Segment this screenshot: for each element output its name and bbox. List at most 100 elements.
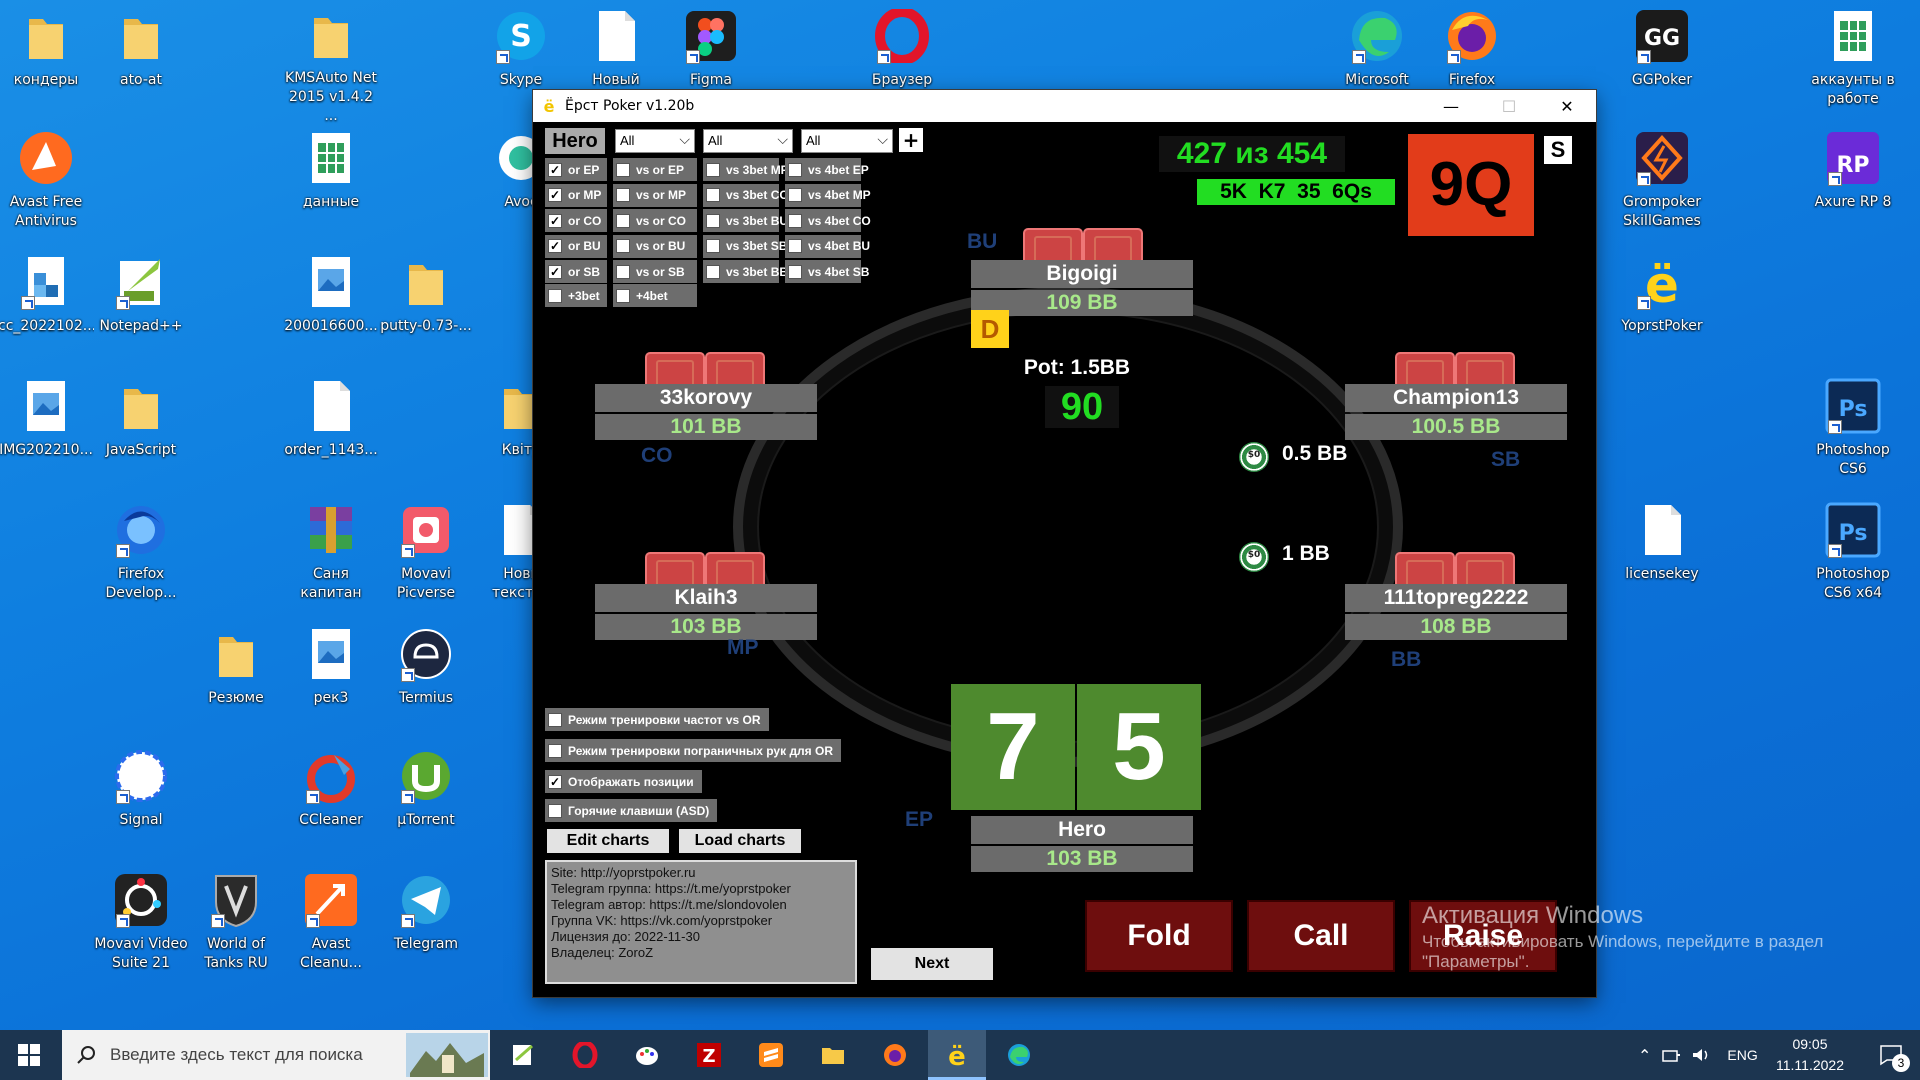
checkbox-box[interactable] (548, 712, 562, 727)
filter-dropdown-3[interactable]: All (801, 128, 893, 153)
taskbar-edge[interactable] (990, 1030, 1048, 1080)
checkbox-box[interactable] (548, 288, 562, 303)
tray-overflow-icon[interactable]: ⌃ (1638, 1046, 1651, 1065)
checkbox-box[interactable] (706, 213, 720, 228)
checkbox-box[interactable]: ✓ (548, 774, 562, 789)
checkbox-box[interactable] (548, 803, 562, 818)
checkbox-plus-4bet[interactable]: +4bet (613, 284, 697, 307)
desktop-icon-avast[interactable]: Avast Free Antivirus (0, 128, 94, 246)
option-hotkeys[interactable]: Горячие клавиши (ASD) (545, 799, 718, 822)
checkbox-box[interactable] (706, 264, 720, 279)
filter-checkbox-vs-4bet-mp[interactable]: vs 4bet MP (785, 183, 871, 207)
desktop-icon-javascript[interactable]: JavaScript (93, 376, 189, 494)
filter-checkbox-vs-4bet-ep[interactable]: vs 4bet EP (785, 158, 869, 181)
desktop-icon-telegram[interactable]: Telegram (378, 870, 474, 988)
desktop-icon-photoshop-cs6-x64[interactable]: Ps Photoshop CS6 x64 (1805, 500, 1901, 618)
filter-checkbox-vs-or-bu[interactable]: vs or BU (613, 234, 697, 258)
maximize-button[interactable]: ☐ (1480, 90, 1538, 122)
filter-dropdown-1[interactable]: All (615, 128, 695, 153)
filter-checkbox-vs-3bet-bu[interactable]: vs 3bet BU (703, 209, 788, 232)
checkbox-box[interactable] (788, 188, 802, 202)
desktop-icon-kmsauto[interactable]: KMSAuto Net 2015 v1.4.2 ... (283, 6, 379, 124)
desktop-icon-axure[interactable]: RP Axure RP 8 (1805, 128, 1901, 246)
taskbar-paint[interactable] (618, 1030, 676, 1080)
checkbox-box[interactable] (616, 288, 630, 303)
network-icon[interactable] (1661, 1047, 1681, 1063)
filter-checkbox-vs-3bet-mp[interactable]: vs 3bet MP (703, 158, 789, 181)
add-filter-button[interactable]: + (899, 128, 923, 152)
desktop-icon-sanya[interactable]: Саня капитан (283, 500, 379, 618)
desktop-icon-firefox-dev[interactable]: Firefox Develop... (93, 500, 189, 618)
checkbox-box[interactable]: ✓ (548, 239, 562, 253)
taskbar-yoprstpoker[interactable]: ё (928, 1030, 986, 1080)
desktop-icon-ggpoker[interactable]: GG GGPoker (1614, 6, 1710, 124)
desktop-icon-movavi[interactable]: Movavi Video Suite 21 (93, 870, 189, 988)
checkbox-box[interactable] (616, 213, 630, 228)
filter-checkbox-or-sb[interactable]: ✓ or SB (545, 260, 607, 283)
taskbar-firefox[interactable] (866, 1030, 924, 1080)
checkbox-box[interactable] (616, 239, 630, 253)
taskbar-sublime[interactable] (742, 1030, 800, 1080)
search-box[interactable]: Введите здесь текст для поиска (62, 1030, 490, 1080)
taskbar-explorer[interactable] (804, 1030, 862, 1080)
checkbox-box[interactable]: ✓ (548, 188, 562, 202)
window-titlebar[interactable]: ё Ёрст Poker v1.20b — ☐ ✕ (533, 90, 1596, 122)
checkbox-box[interactable] (616, 264, 630, 279)
call-button[interactable]: Call (1247, 900, 1395, 972)
fold-button[interactable]: Fold (1085, 900, 1233, 972)
desktop-icon-photoshop-cs6[interactable]: Ps Photoshop CS6 (1805, 376, 1901, 494)
desktop-icon-kondery[interactable]: кондеры (0, 6, 94, 124)
load-charts-button[interactable]: Load charts (679, 829, 801, 853)
filter-dropdown-2[interactable]: All (703, 128, 793, 153)
filter-checkbox-or-ep[interactable]: ✓ or EP (545, 158, 607, 181)
desktop-icon-img[interactable]: IMG202210... (0, 376, 94, 494)
desktop-icon-wot[interactable]: World of Tanks RU (188, 870, 284, 988)
taskbar-notepad[interactable] (494, 1030, 552, 1080)
desktop-icon-ato-at[interactable]: ato-at (93, 6, 189, 124)
filter-checkbox-vs-3bet-sb[interactable]: vs 3bet SB (703, 234, 787, 258)
filter-checkbox-vs-or-sb[interactable]: vs or SB (613, 260, 697, 283)
filter-checkbox-vs-or-ep[interactable]: vs or EP (613, 158, 697, 181)
desktop-icon-cc[interactable]: cc_2022102... (0, 252, 94, 370)
checkbox-box[interactable] (548, 743, 562, 758)
desktop-icon-rezume[interactable]: Резюме (188, 624, 284, 742)
start-button[interactable] (0, 1030, 58, 1080)
taskbar-filezilla[interactable]: Z (680, 1030, 738, 1080)
notification-center-button[interactable]: 3 (1862, 1030, 1920, 1080)
checkbox-box[interactable] (788, 213, 802, 228)
s-button[interactable]: S (1544, 136, 1572, 164)
option-borderline-training[interactable]: Режим тренировки пограничных рук для OR (545, 739, 842, 762)
desktop-icon-order[interactable]: order_1143... (283, 376, 379, 494)
checkbox-box[interactable] (788, 239, 802, 253)
checkbox-box[interactable] (706, 188, 720, 202)
minimize-button[interactable]: — (1422, 90, 1480, 122)
desktop-icon-termius[interactable]: Termius (378, 624, 474, 742)
desktop-icon-rek3[interactable]: рек3 (283, 624, 379, 742)
desktop-icon-accounts[interactable]: аккаунты в работе (1805, 6, 1901, 124)
desktop-icon-grompoker[interactable]: Grompoker SkillGames (1614, 128, 1710, 246)
desktop-icon-ccleaner[interactable]: CCleaner (283, 746, 379, 864)
desktop-icon-200016600[interactable]: 200016600... (283, 252, 379, 370)
filter-checkbox-vs-4bet-bu[interactable]: vs 4bet BU (785, 234, 870, 258)
checkbox-box[interactable] (616, 162, 630, 177)
desktop-icon-notepadpp[interactable]: Notepad++ (93, 252, 189, 370)
desktop-icon-yoprstpoker[interactable]: ё YoprstPoker (1614, 252, 1710, 370)
filter-checkbox-vs-or-co[interactable]: vs or CO (613, 209, 697, 232)
taskbar-opera[interactable] (556, 1030, 614, 1080)
checkbox-box[interactable]: ✓ (548, 162, 562, 177)
checkbox-box[interactable] (788, 162, 802, 177)
clock[interactable]: 09:05 11.11.2022 (1770, 1034, 1850, 1076)
filter-checkbox-vs-3bet-co[interactable]: vs 3bet CO (703, 183, 789, 207)
next-button[interactable]: Next (871, 948, 993, 980)
filter-checkbox-or-bu[interactable]: ✓ or BU (545, 234, 607, 258)
filter-checkbox-vs-4bet-co[interactable]: vs 4bet CO (785, 209, 871, 232)
filter-checkbox-or-mp[interactable]: ✓ or MP (545, 183, 607, 207)
filter-checkbox-or-co[interactable]: ✓ or CO (545, 209, 607, 232)
edit-charts-button[interactable]: Edit charts (547, 829, 669, 853)
desktop-icon-licensekey[interactable]: licensekey (1614, 500, 1710, 618)
desktop-icon-dannye[interactable]: данные (283, 128, 379, 246)
checkbox-box[interactable] (706, 162, 720, 177)
option-show-positions[interactable]: ✓ Отображать позиции (545, 770, 702, 793)
language-indicator[interactable]: ENG (1727, 1047, 1757, 1063)
volume-icon[interactable] (1691, 1047, 1711, 1063)
